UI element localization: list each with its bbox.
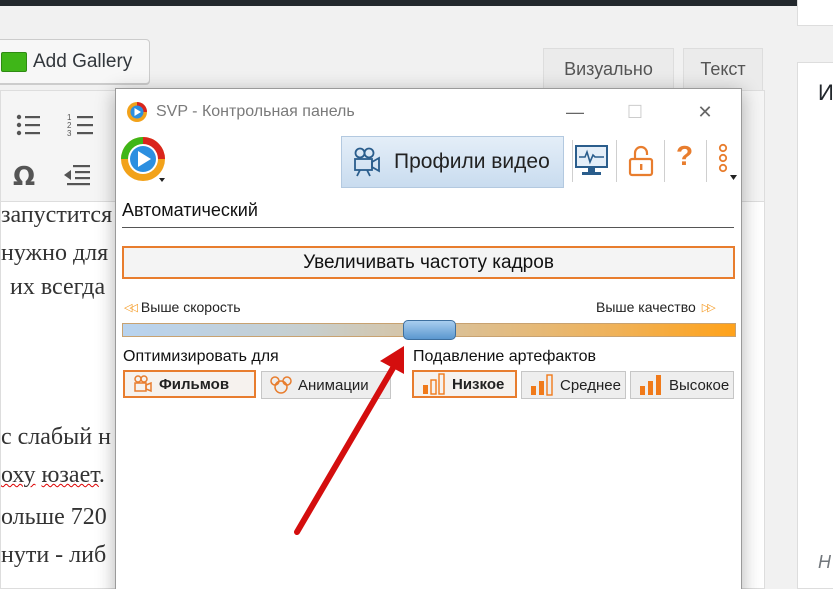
preset-name: Автоматический [122, 200, 258, 220]
help-icon[interactable]: ? [676, 140, 693, 172]
signal-bars-icon [423, 373, 445, 395]
toolbar-separator [664, 140, 665, 182]
toolbar-separator [572, 140, 573, 182]
more-icon[interactable] [713, 142, 739, 184]
editor-line: нужно для [1, 240, 109, 266]
svp-logo-icon [127, 102, 147, 122]
add-gallery-label: Add Gallery [33, 50, 133, 72]
artifacts-low-button[interactable]: Низкое [412, 370, 517, 398]
double-left-arrow-icon: ◁◁ [124, 301, 138, 314]
editor-line: нути - либ [1, 542, 107, 568]
artifact-suppression-label: Подавление артефактов [413, 348, 597, 365]
editor-line: запустится [1, 202, 113, 228]
tab-visual[interactable]: Визуально [543, 48, 674, 90]
svg-text:Ω: Ω [13, 162, 35, 189]
spell-error-word: оху [1, 462, 36, 488]
sidebar-box-top [797, 0, 833, 26]
minimize-button[interactable]: — [552, 95, 598, 129]
tab-video-profiles-label: Профили видео [394, 150, 550, 173]
editor-line: с слабый н [1, 424, 111, 450]
tab-video-profiles[interactable]: Профили видео [341, 136, 564, 188]
artifacts-medium-button[interactable]: Среднее [521, 371, 626, 399]
slider-thumb[interactable] [403, 320, 456, 340]
monitor-icon[interactable] [574, 144, 610, 178]
video-camera-icon [354, 147, 380, 177]
optimize-animation-label: Анимации [298, 376, 369, 394]
maximize-button[interactable]: ☐ [612, 95, 658, 129]
editor-line: оху юзает. [1, 462, 105, 488]
signal-bars-icon [640, 375, 661, 395]
optimize-movies-label: Фильмов [159, 375, 230, 393]
svg-text:3: 3 [67, 129, 72, 137]
maximize-icon: ☐ [626, 101, 644, 122]
omega-icon[interactable]: Ω [11, 161, 39, 189]
svp-main-menu-icon[interactable] [118, 134, 170, 186]
sidebar-footer-text: Н [818, 552, 831, 572]
signal-bars-icon [531, 374, 553, 396]
artifacts-medium-label: Среднее [560, 376, 621, 394]
toolbar-separator [706, 140, 707, 182]
quality-label: Выше качество [596, 299, 696, 315]
film-camera-icon [134, 375, 152, 393]
sidebar-heading: И [818, 80, 833, 105]
bullet-list-icon[interactable] [15, 113, 41, 137]
increase-framerate-button[interactable]: Увеличивать частоту кадров [122, 246, 735, 279]
double-right-arrow-icon: ▷▷ [701, 301, 716, 314]
add-gallery-button[interactable]: Add Gallery [0, 39, 150, 84]
artifacts-high-label: Высокое [669, 376, 730, 394]
close-icon: ✕ [697, 101, 713, 122]
gallery-icon [1, 51, 27, 72]
close-button[interactable]: ✕ [682, 95, 728, 129]
editor-line: их всегда [10, 274, 106, 300]
optimize-animation-button[interactable]: Анимации [261, 371, 391, 399]
outdent-icon[interactable] [63, 163, 91, 187]
minimize-icon: — [566, 101, 584, 122]
editor-line: ольше 720 [1, 504, 107, 530]
speed-label: Выше скорость [140, 299, 241, 315]
numbered-list-icon[interactable]: 1 2 3 [67, 113, 95, 137]
svp-toolbar: Профили видео ? [116, 136, 741, 188]
sidebar-panel [797, 62, 833, 589]
toolbar-separator [616, 140, 617, 182]
artifacts-low-label: Низкое [452, 375, 505, 393]
unlock-icon[interactable] [626, 144, 656, 178]
window-title: SVP - Контрольная панель [156, 103, 355, 120]
svp-control-panel-window: SVP - Контрольная панель — ☐ ✕ Профили в… [115, 88, 742, 589]
tab-text[interactable]: Текст [683, 48, 763, 90]
optimize-movies-button[interactable]: Фильмов [123, 370, 256, 398]
admin-top-strip [0, 0, 833, 6]
slider-left-label: ◁◁ Выше скорость [124, 299, 241, 315]
title-bar[interactable]: SVP - Контрольная панель — ☐ ✕ [116, 89, 741, 136]
artifacts-high-button[interactable]: Высокое [630, 371, 734, 399]
mouse-ears-icon [270, 376, 292, 394]
optimize-for-label: Оптимизировать для [123, 348, 279, 365]
slider-right-label: Выше качество ▷▷ [596, 299, 716, 315]
spell-error-word: юзает [41, 462, 99, 488]
preset-divider [122, 227, 734, 228]
